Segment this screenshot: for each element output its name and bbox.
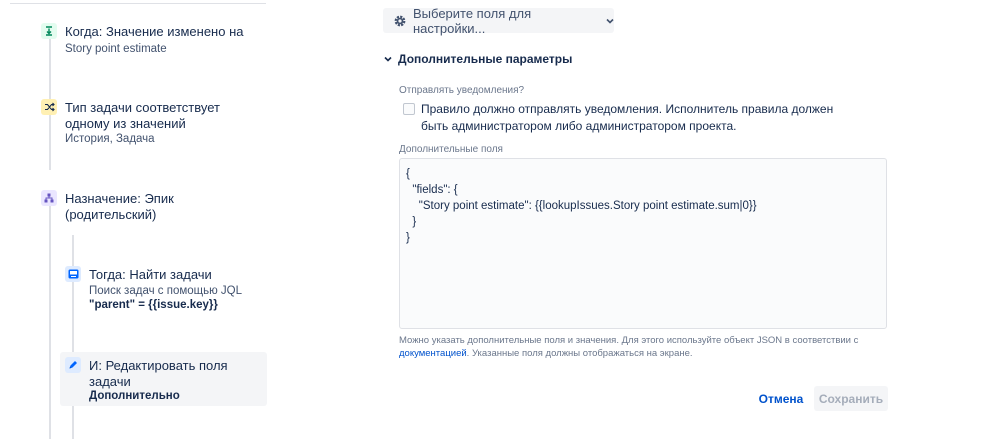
chevron-down-icon [384,56,392,62]
help-text-before: Можно указать дополнительные поля и знач… [399,335,859,346]
step-title: Тогда: Найти задачи [89,267,212,282]
notify-checkbox-label[interactable]: Правило должно отправлять уведомления. И… [421,101,861,135]
fields-select-dropdown[interactable]: Выберите поля для настройки... [383,5,614,36]
help-text: Можно указать дополнительные поля и знач… [399,334,879,360]
step-subtitle: Поиск задач с помощью JQL [89,285,243,297]
advanced-options-toggle[interactable]: Дополнительные параметры [384,52,572,66]
notify-checkbox[interactable] [403,103,415,115]
gear-icon [393,14,407,28]
step-jql-query: "parent" = {{issue.key}} [89,299,218,311]
step-title-line2: задачи [89,374,131,389]
notify-label: Отправлять уведомления? [399,85,525,96]
step-subtitle: Story point estimate [65,43,167,55]
step-title: Когда: Значение изменено на [65,24,244,39]
fields-select-label: Выберите поля для настройки... [413,5,532,36]
lookup-icon [65,266,81,282]
shuffle-icon [41,99,57,115]
hierarchy-icon [41,190,57,206]
step-title-line1: И: Редактировать поля [89,358,228,373]
additional-fields-label: Дополнительные поля [399,144,503,155]
rule-step-branch[interactable]: Назначение: Эпик (родительский) [38,187,267,223]
cancel-button[interactable]: Отмена [752,386,810,411]
rule-sidebar: Когда: Значение изменено на Story point … [0,0,270,439]
trigger-icon [41,23,57,39]
step-title-line1: Назначение: Эпик [65,191,174,206]
pencil-icon [65,357,81,373]
step-subtitle: Дополнительно [89,390,180,402]
step-title-line1: Тип задачи соответствует [65,100,220,115]
rule-step-trigger[interactable]: Когда: Значение изменено на Story point … [38,20,267,60]
additional-fields-textarea[interactable]: { "fields": { "Story point estimate": {{… [399,158,887,329]
connector-line [49,205,51,439]
help-text-after: . Указанные поля должны отображаться на … [466,348,693,359]
divider [10,3,266,4]
section-title: Дополнительные параметры [398,52,573,66]
step-title-line2: одному из значений [65,116,186,131]
documentation-link[interactable]: документацией [399,348,467,359]
rule-step-edit-issue[interactable]: И: Редактировать поля задачи Дополнитель… [62,354,267,404]
step-subtitle: История, Задача [65,133,155,145]
save-button[interactable]: Сохранить [814,386,888,411]
chevron-down-icon [606,18,614,24]
rule-step-lookup[interactable]: Тогда: Найти задачи Поиск задач с помощь… [62,263,267,315]
rule-step-condition[interactable]: Тип задачи соответствует одному из значе… [38,96,267,148]
step-title-line2: (родительский) [65,207,157,222]
